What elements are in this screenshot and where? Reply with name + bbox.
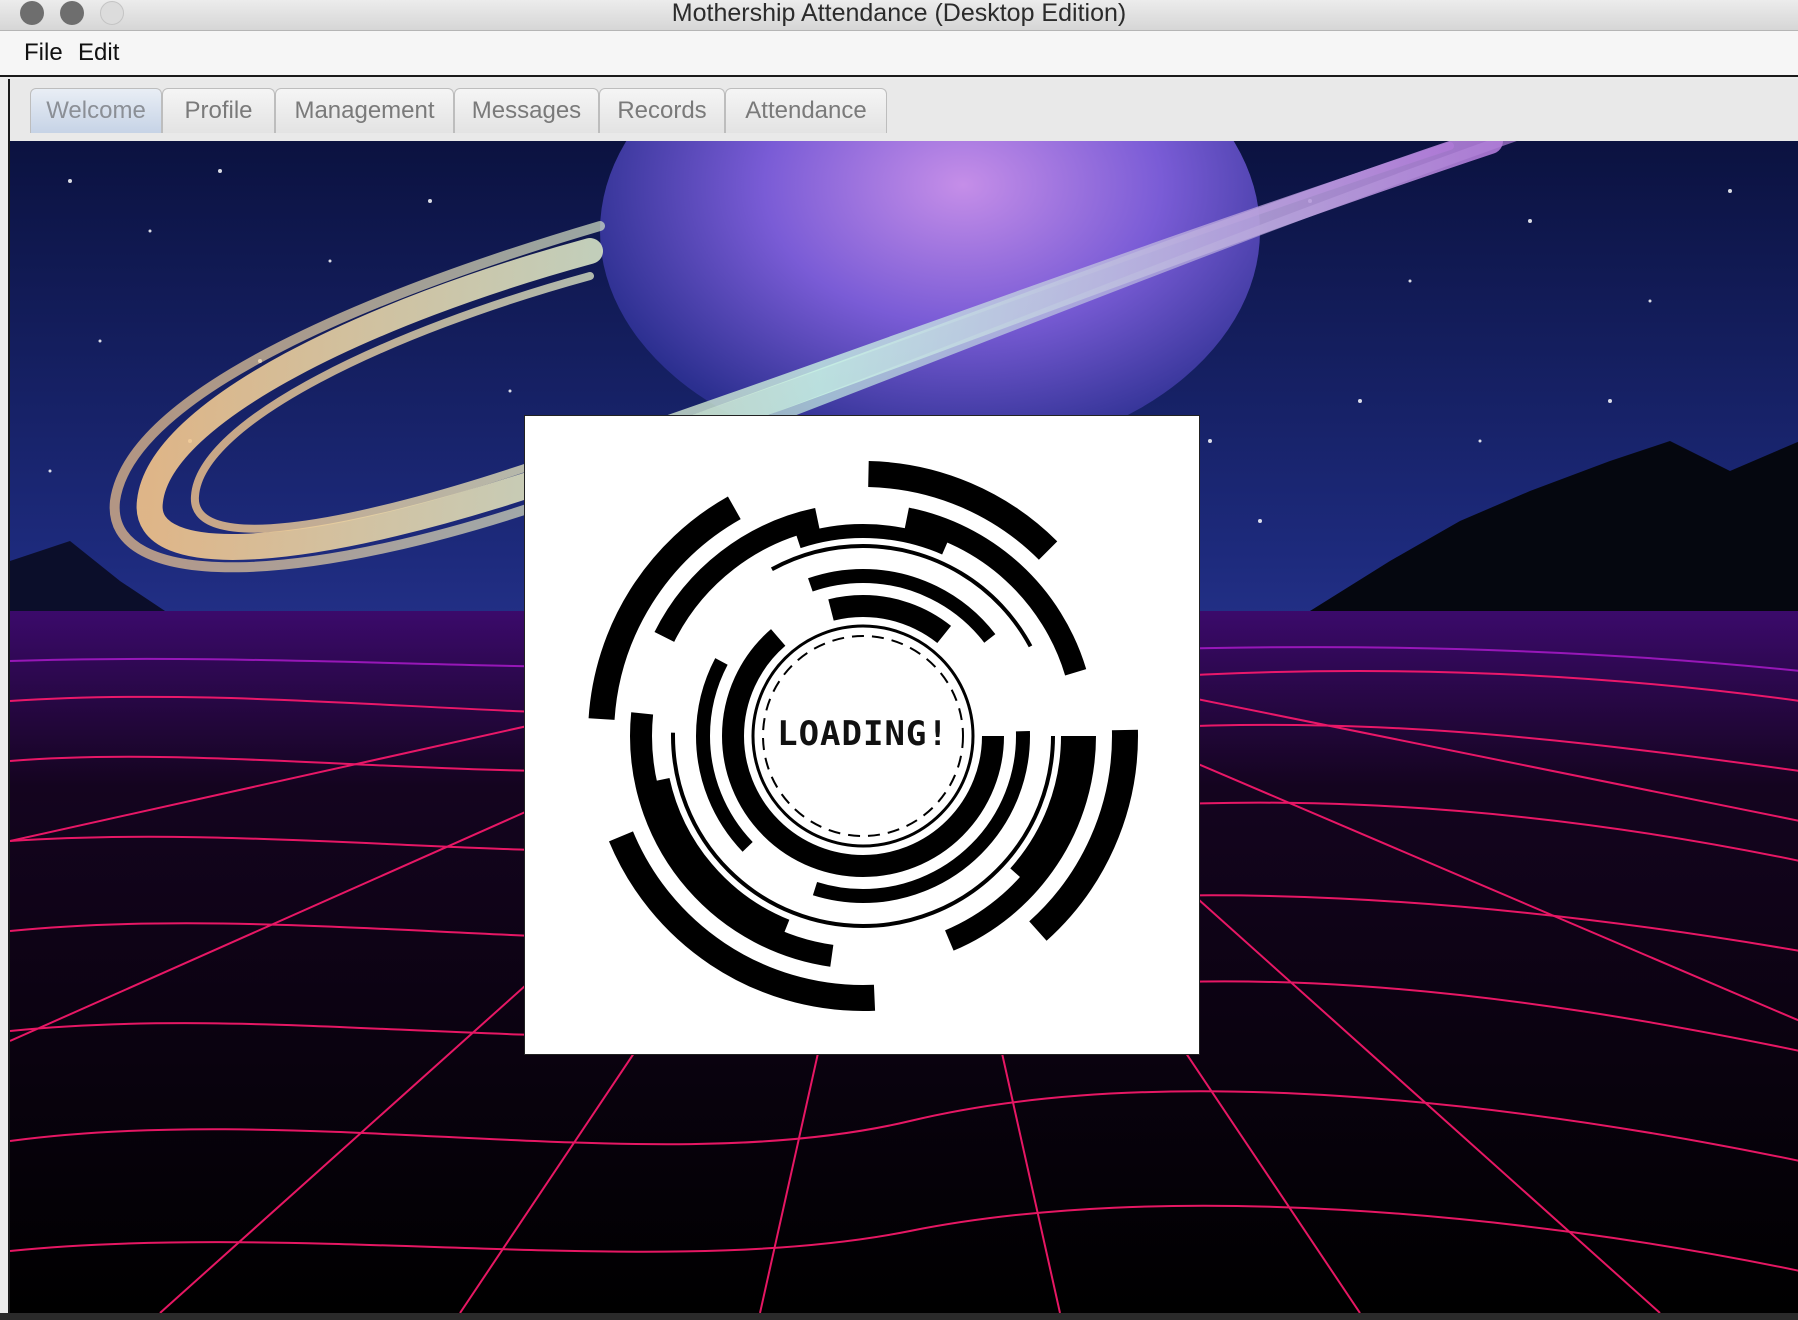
tab-messages[interactable]: Messages (454, 88, 599, 133)
loading-image: LOADING! (524, 415, 1200, 1055)
welcome-panel: LOADING! (8, 141, 1798, 1313)
tab-records[interactable]: Records (599, 88, 725, 133)
tab-management[interactable]: Management (275, 88, 454, 133)
window-bottom-edge (0, 1313, 1798, 1320)
window-title: Mothership Attendance (Desktop Edition) (671, 0, 1127, 27)
window-title-bar: Mothership Attendance (Desktop Edition) (0, 0, 1798, 31)
tab-attendance[interactable]: Attendance (725, 88, 887, 133)
tab-profile[interactable]: Profile (162, 88, 275, 133)
tab-welcome[interactable]: Welcome (30, 88, 162, 133)
tab-strip: Welcome Profile Management Messages Reco… (8, 79, 1798, 141)
menu-edit[interactable]: Edit (78, 39, 119, 67)
menu-file[interactable]: File (24, 39, 63, 67)
loading-text: LOADING! (777, 714, 949, 754)
menu-bar: File Edit (0, 31, 1798, 77)
